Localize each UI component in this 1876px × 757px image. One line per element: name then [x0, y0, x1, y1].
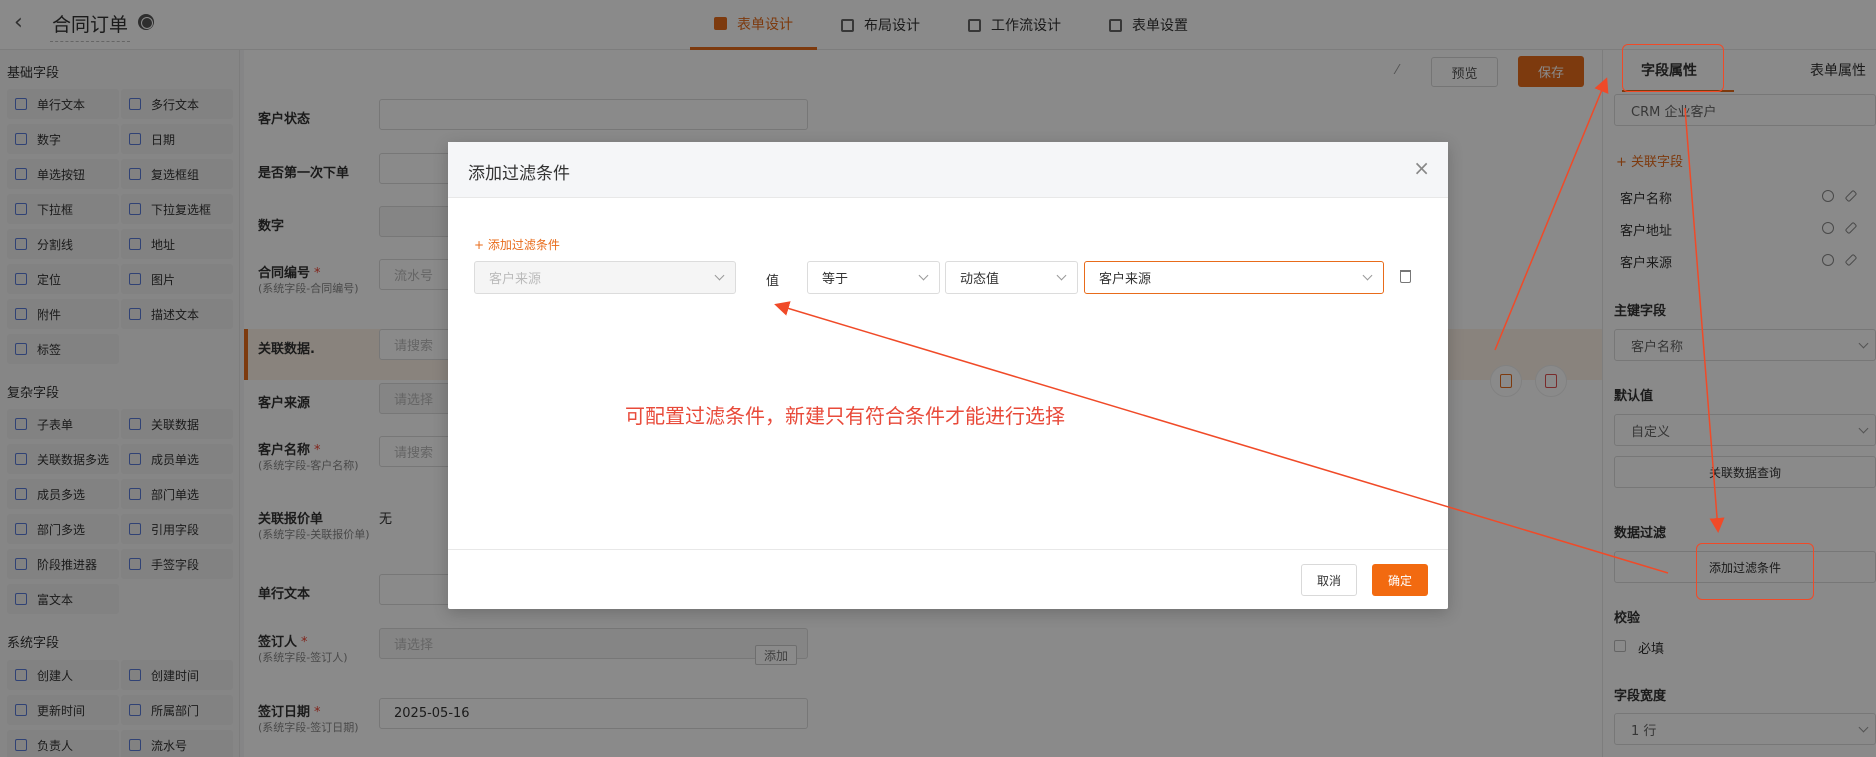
trash-icon[interactable] — [1400, 270, 1411, 283]
add-condition-link[interactable]: + 添加过滤条件 — [474, 236, 560, 253]
value-label: 值 — [766, 274, 780, 289]
filter-condition-dialog: 添加过滤条件 × + 添加过滤条件 客户来源 值 等于 动态值 客户来源 取消 … — [448, 142, 1448, 609]
annotation-text: 可配置过滤条件，新建只有符合条件才能进行选择 — [625, 404, 1065, 428]
chevron-down-icon — [1056, 270, 1067, 281]
dialog-footer-divider — [448, 549, 1448, 550]
chevron-down-icon — [918, 270, 929, 281]
annotation-box-field-properties — [1622, 44, 1724, 92]
chevron-down-icon — [1362, 270, 1373, 281]
condition-field-value: 客户来源 — [489, 272, 542, 287]
value-type-select[interactable]: 动态值 — [945, 261, 1078, 294]
cancel-button[interactable]: 取消 — [1301, 564, 1357, 596]
dynamic-value-value: 客户来源 — [1099, 272, 1152, 287]
confirm-button[interactable]: 确定 — [1372, 564, 1428, 596]
dialog-title: 添加过滤条件 — [468, 164, 570, 184]
chevron-down-icon — [714, 270, 725, 281]
value-type-value: 动态值 — [960, 272, 1000, 287]
operator-select[interactable]: 等于 — [807, 261, 940, 294]
dynamic-value-select[interactable]: 客户来源 — [1084, 261, 1384, 294]
condition-field-select[interactable]: 客户来源 — [474, 261, 736, 294]
annotation-box-add-filter — [1696, 543, 1814, 600]
close-icon[interactable]: × — [1413, 158, 1430, 178]
operator-value: 等于 — [822, 272, 849, 287]
dialog-header: 添加过滤条件 × — [448, 142, 1448, 198]
